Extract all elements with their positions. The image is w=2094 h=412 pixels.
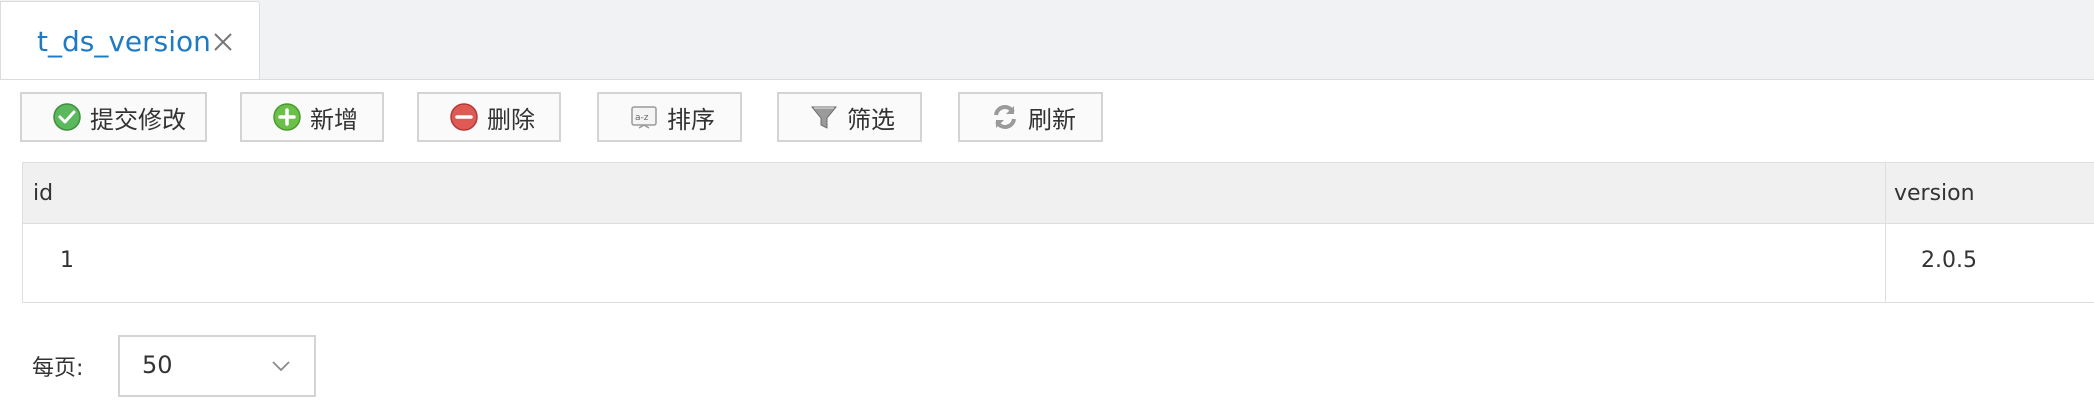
filter-funnel-icon	[810, 106, 838, 129]
close-icon[interactable]	[211, 30, 235, 54]
add-button[interactable]: 新增	[240, 92, 384, 142]
tab-t-ds-version[interactable]: t_ds_version	[0, 1, 260, 80]
app-window: t_ds_version 提交修改 新增 删除 a-z 排序 筛选 刷新 id …	[0, 0, 2094, 412]
sort-label: 排序	[667, 105, 715, 134]
check-circle-icon	[53, 103, 81, 131]
cell-id[interactable]: 1	[60, 248, 74, 273]
page-size-value: 50	[142, 351, 173, 379]
column-divider[interactable]	[1885, 163, 1886, 302]
submit-changes-button[interactable]: 提交修改	[20, 92, 207, 142]
chevron-down-icon	[272, 361, 290, 372]
svg-text:a-z: a-z	[635, 113, 649, 123]
cell-version[interactable]: 2.0.5	[1921, 248, 1977, 273]
filter-button[interactable]: 筛选	[777, 92, 922, 142]
plus-circle-icon	[273, 103, 301, 131]
refresh-icon	[994, 105, 1016, 129]
table-header: id version	[23, 163, 2094, 224]
column-header-version[interactable]: version	[1894, 181, 1975, 206]
minus-circle-icon	[450, 103, 478, 131]
filter-label: 筛选	[847, 105, 895, 134]
tab-bar: t_ds_version	[0, 0, 2094, 80]
page-size-select[interactable]: 50	[118, 335, 316, 397]
delete-button[interactable]: 删除	[417, 92, 561, 142]
delete-label: 删除	[487, 105, 535, 134]
add-label: 新增	[310, 105, 358, 134]
sort-button[interactable]: a-z 排序	[597, 92, 742, 142]
submit-changes-label: 提交修改	[90, 105, 186, 134]
content-panel: 提交修改 新增 删除 a-z 排序 筛选 刷新 id version 1 2.0…	[0, 79, 2094, 412]
column-header-id[interactable]: id	[33, 181, 53, 206]
page-size-label: 每页:	[32, 356, 84, 381]
table-row[interactable]: 1 2.0.5	[23, 224, 2094, 302]
refresh-button[interactable]: 刷新	[958, 92, 1103, 142]
refresh-label: 刷新	[1028, 105, 1076, 134]
data-table: id version 1 2.0.5	[22, 162, 2094, 303]
sort-az-icon: a-z	[631, 106, 657, 129]
tab-title: t_ds_version	[37, 25, 211, 58]
toolbar: 提交修改 新增 删除 a-z 排序 筛选 刷新	[0, 80, 2094, 160]
